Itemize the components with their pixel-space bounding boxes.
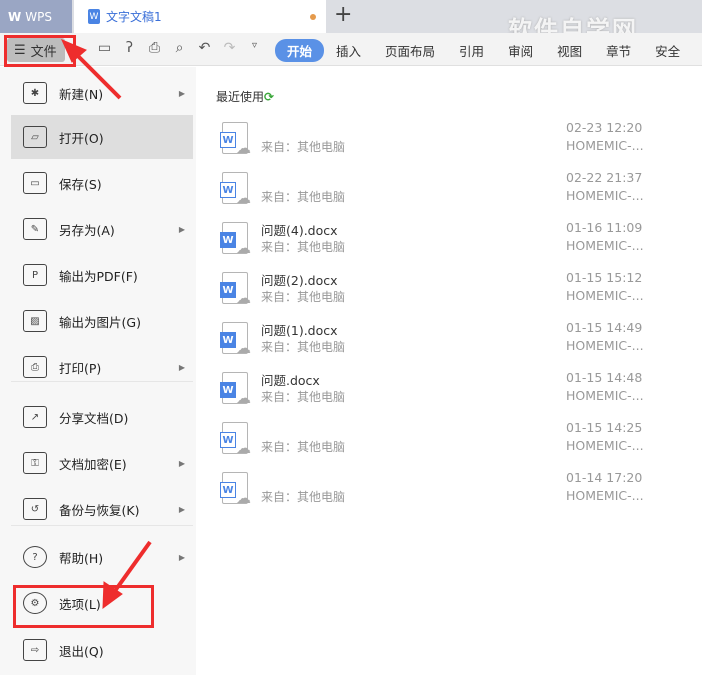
arrow-to-file-icon <box>61 39 122 100</box>
annotation-arrows <box>61 39 152 610</box>
arrow-to-options-icon <box>102 540 152 610</box>
